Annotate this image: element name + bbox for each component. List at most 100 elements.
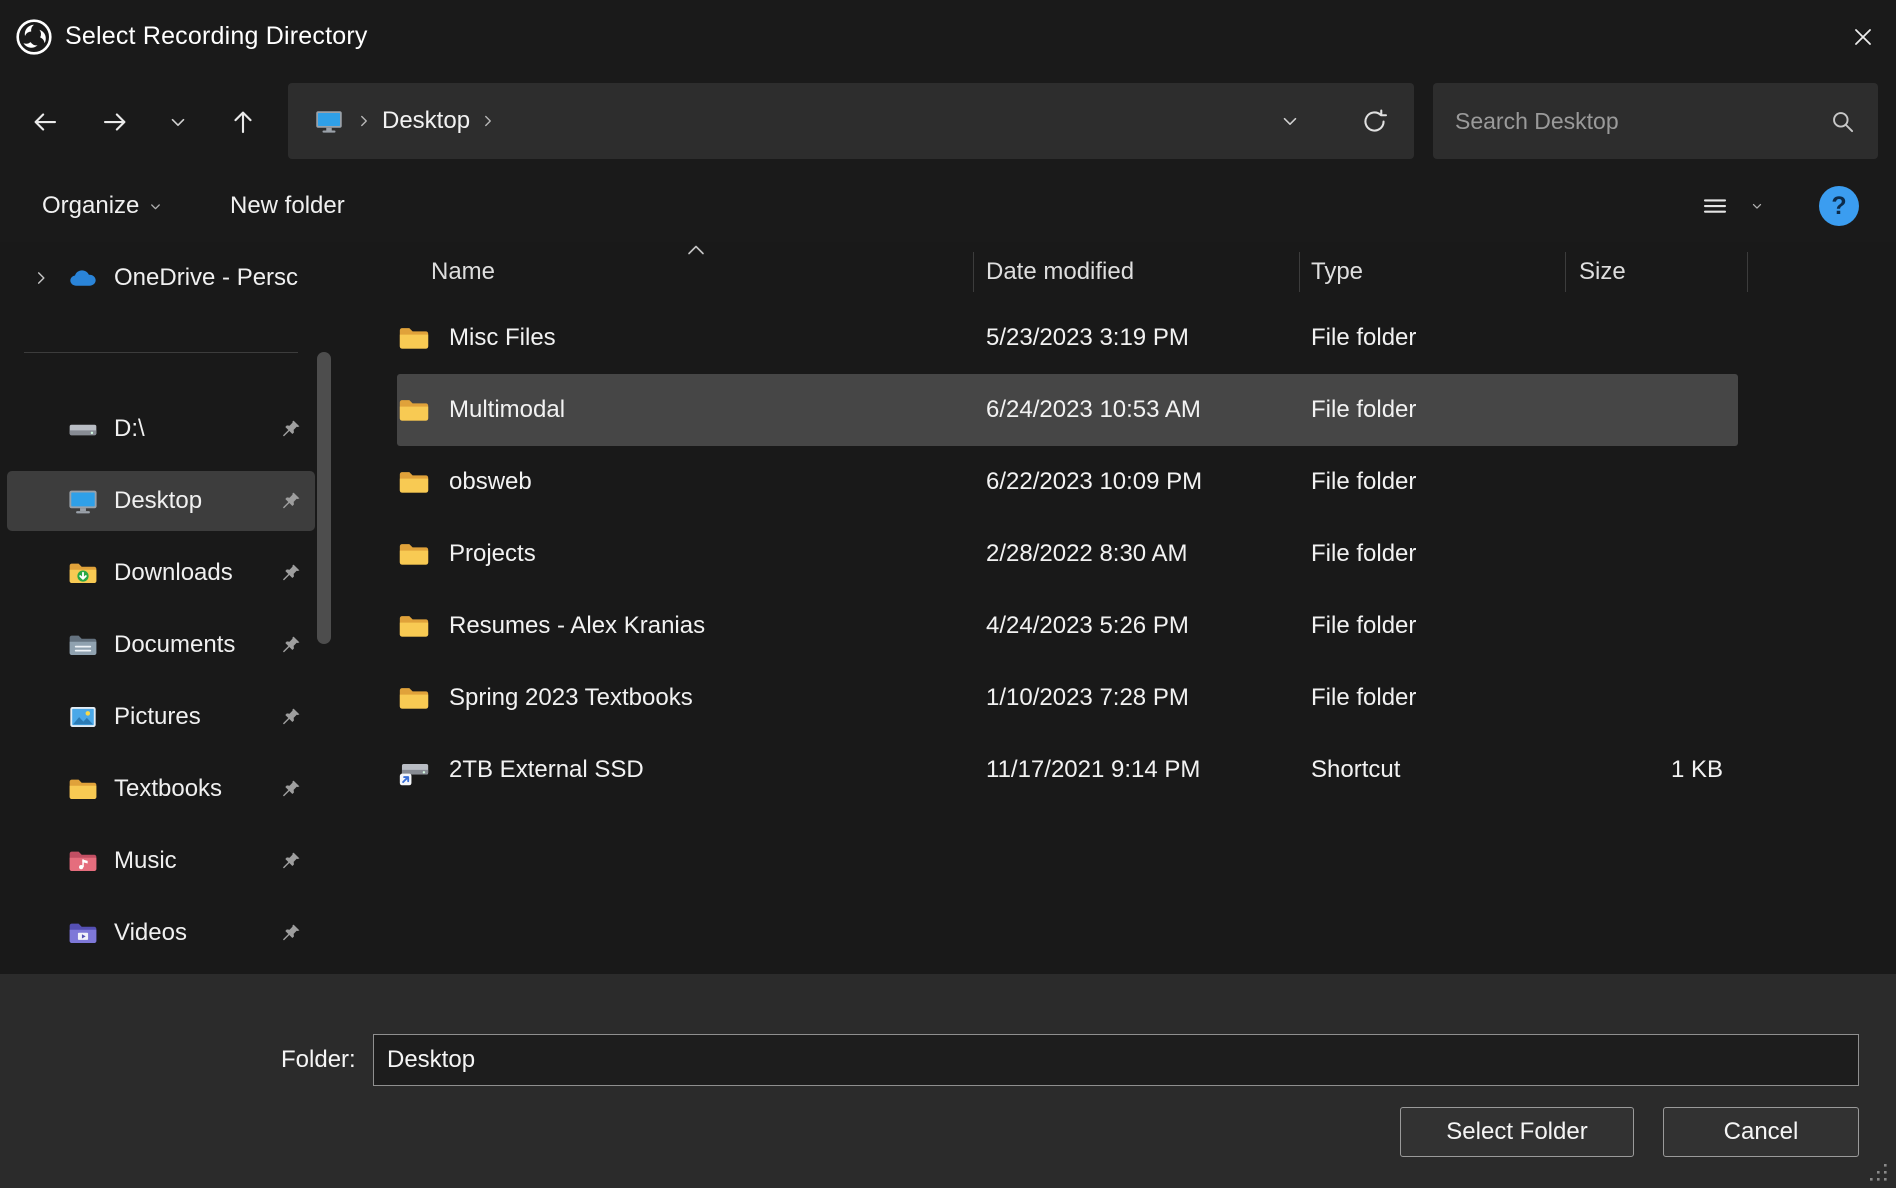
file-type: File folder <box>1300 468 1566 496</box>
file-icon <box>397 681 431 715</box>
file-icon <box>397 321 431 355</box>
expand-chevron-icon <box>31 633 67 657</box>
select-folder-button[interactable]: Select Folder <box>1400 1107 1634 1157</box>
file-name: Projects <box>449 540 536 568</box>
folder-name-input[interactable] <box>373 1034 1859 1086</box>
expand-chevron-icon <box>31 921 67 945</box>
resize-grip[interactable] <box>1867 1161 1889 1183</box>
column-header-size[interactable]: Size <box>1566 242 1748 302</box>
new-folder-button[interactable]: New folder <box>220 170 355 242</box>
titlebar: Select Recording Directory <box>0 0 1896 73</box>
file-list: Name Date modified Type Size Misc Files … <box>360 242 1896 974</box>
sidebar-item-pictures[interactable]: Pictures <box>7 687 315 747</box>
search-input[interactable] <box>1455 108 1819 135</box>
organize-label: Organize <box>42 192 139 220</box>
close-button[interactable] <box>1830 0 1896 73</box>
window-title: Select Recording Directory <box>65 22 368 51</box>
sidebar-item-icon <box>67 262 99 294</box>
sidebar-item-desktop[interactable]: Desktop <box>7 471 315 531</box>
sidebar-item-icon <box>67 485 99 517</box>
file-row-2tb-external-ssd[interactable]: 2TB External SSD 11/17/2021 9:14 PM Shor… <box>397 734 1738 806</box>
search-box[interactable] <box>1433 83 1878 159</box>
file-name: Spring 2023 Textbooks <box>449 684 693 712</box>
expand-chevron-icon <box>31 417 67 441</box>
organize-button[interactable]: Organize <box>32 170 173 242</box>
address-bar[interactable]: Desktop <box>288 83 1414 159</box>
expand-chevron-icon <box>31 777 67 801</box>
file-name-cell: Misc Files <box>397 321 974 355</box>
file-row-obsweb[interactable]: obsweb 6/22/2023 10:09 PM File folder <box>397 446 1738 518</box>
breadcrumb-chevron-icon[interactable] <box>355 112 373 130</box>
file-icon <box>397 609 431 643</box>
pin-icon <box>280 490 302 512</box>
file-name-cell: Multimodal <box>397 393 974 427</box>
cancel-button[interactable]: Cancel <box>1663 1107 1859 1157</box>
refresh-button[interactable] <box>1352 95 1396 147</box>
expand-chevron-icon <box>31 561 67 585</box>
address-dropdown-button[interactable] <box>1268 95 1312 147</box>
breadcrumb-chevron-icon[interactable] <box>479 112 497 130</box>
file-type: File folder <box>1300 540 1566 568</box>
column-header-empty <box>1748 242 1896 302</box>
pin-icon <box>280 267 302 289</box>
file-row-misc-files[interactable]: Misc Files 5/23/2023 3:19 PM File folder <box>397 302 1738 374</box>
pin-icon <box>280 418 302 440</box>
sidebar-item-textbooks[interactable]: Textbooks <box>7 759 315 819</box>
file-name: Misc Files <box>449 324 556 352</box>
file-type: File folder <box>1300 396 1566 424</box>
column-header-date-modified[interactable]: Date modified <box>974 242 1300 302</box>
expand-chevron-icon[interactable] <box>31 266 67 290</box>
file-date-modified: 5/23/2023 3:19 PM <box>974 324 1300 352</box>
expand-chevron-icon <box>31 489 67 513</box>
search-icon[interactable] <box>1829 108 1856 135</box>
file-row-spring-2023-textbooks[interactable]: Spring 2023 Textbooks 1/10/2023 7:28 PM … <box>397 662 1738 734</box>
dialog-footer: Folder: Select Folder Cancel <box>0 974 1896 1188</box>
file-name-cell: Projects <box>397 537 974 571</box>
question-mark-icon: ? <box>1831 194 1846 219</box>
file-dialog-window: Select Recording Directory <box>0 0 1896 1188</box>
file-row-projects[interactable]: Projects 2/28/2022 8:30 AM File folder <box>397 518 1738 590</box>
file-icon <box>397 753 431 787</box>
file-name: Resumes - Alex Kranias <box>449 612 705 640</box>
column-header-type[interactable]: Type <box>1300 242 1566 302</box>
breadcrumb-desktop[interactable]: Desktop <box>380 107 472 135</box>
sidebar-item-downloads[interactable]: Downloads <box>7 543 315 603</box>
navigation-bar: Desktop <box>0 73 1896 170</box>
sidebar-item-music[interactable]: Music <box>7 831 315 891</box>
back-button[interactable] <box>22 99 68 145</box>
file-date-modified: 2/28/2022 8:30 AM <box>974 540 1300 568</box>
sidebar-scrollbar[interactable] <box>317 304 331 970</box>
sidebar-divider <box>24 352 298 353</box>
sidebar-item-videos[interactable]: Videos <box>7 903 315 963</box>
sidebar-item-onedrive-persc[interactable]: OneDrive - Persc <box>7 248 315 308</box>
sort-ascending-icon <box>686 244 706 256</box>
file-name: Multimodal <box>449 396 565 424</box>
file-name: 2TB External SSD <box>449 756 644 784</box>
file-name: obsweb <box>449 468 532 496</box>
file-icon <box>397 537 431 571</box>
file-row-resumes-alex-kranias[interactable]: Resumes - Alex Kranias 4/24/2023 5:26 PM… <box>397 590 1738 662</box>
view-mode-dropdown-button[interactable] <box>1747 182 1767 230</box>
column-header-name[interactable]: Name <box>360 242 974 302</box>
obs-logo-icon <box>14 17 54 57</box>
folder-label: Folder: <box>281 1046 356 1074</box>
sidebar-item-d[interactable]: D:\ <box>7 399 315 459</box>
list-header: Name Date modified Type Size <box>360 242 1896 302</box>
up-button[interactable] <box>220 99 266 145</box>
sidebar-item-documents[interactable]: Documents <box>7 615 315 675</box>
file-name-cell: Spring 2023 Textbooks <box>397 681 974 715</box>
file-date-modified: 1/10/2023 7:28 PM <box>974 684 1300 712</box>
desktop-location-icon <box>314 106 344 136</box>
recent-locations-button[interactable] <box>158 99 198 145</box>
file-row-multimodal[interactable]: Multimodal 6/24/2023 10:53 AM File folde… <box>397 374 1738 446</box>
view-mode-button[interactable] <box>1691 182 1739 230</box>
expand-chevron-icon <box>31 849 67 873</box>
file-icon <box>397 465 431 499</box>
file-name-cell: 2TB External SSD <box>397 753 974 787</box>
scrollbar-thumb[interactable] <box>317 352 331 644</box>
help-button[interactable]: ? <box>1819 186 1859 226</box>
forward-button[interactable] <box>92 99 138 145</box>
file-type: File folder <box>1300 684 1566 712</box>
file-name-cell: obsweb <box>397 465 974 499</box>
file-type: File folder <box>1300 612 1566 640</box>
